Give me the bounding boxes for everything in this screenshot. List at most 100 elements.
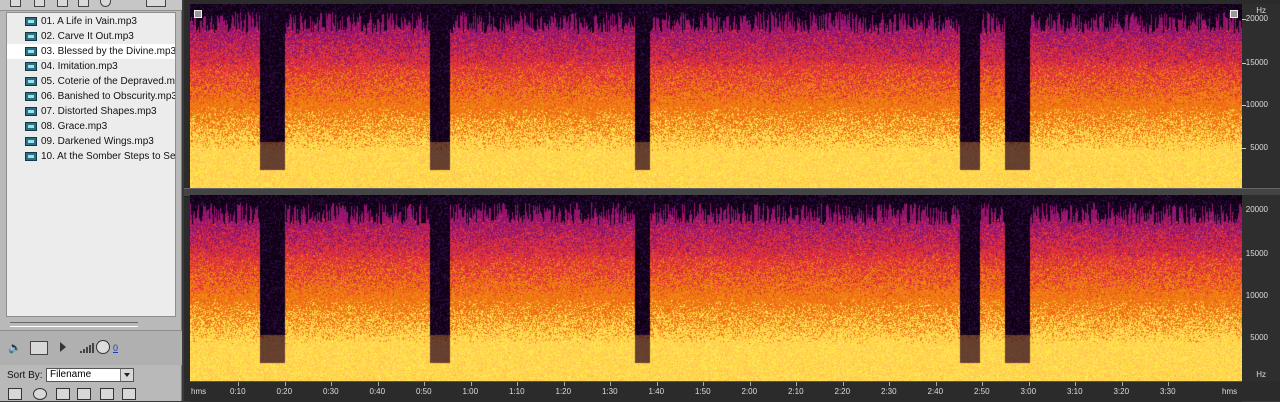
spectral-frequency-display[interactable]: Hz 20000 15000 10000 5000 20000 15000 10… <box>184 0 1280 402</box>
time-tick-mark <box>749 382 751 386</box>
mp3-file-icon <box>25 47 37 56</box>
file-item[interactable]: 04. Imitation.mp3 <box>7 59 175 74</box>
horizontal-scrollbar[interactable] <box>10 322 138 327</box>
channel-left-spectrogram[interactable] <box>190 4 1242 188</box>
file-list[interactable]: 01. A Life in Vain.mp3 02. Carve It Out.… <box>6 12 176 317</box>
time-tick-mark <box>331 382 332 386</box>
time-tick-mark <box>1028 382 1030 386</box>
spectrogram-canvas <box>190 195 1242 381</box>
mp3-file-icon <box>25 32 37 41</box>
sort-row: Sort By: Filename <box>0 366 182 384</box>
settings-icon[interactable] <box>122 388 136 400</box>
file-item[interactable]: 05. Coterie of the Depraved.mp3 <box>7 74 176 89</box>
hz-unit: Hz <box>1256 370 1266 379</box>
volume-knob-icon[interactable] <box>96 340 110 354</box>
file-item[interactable]: 08. Grace.mp3 <box>7 119 175 134</box>
time-ruler[interactable]: hms hms 0:10 0:20 0:30 0:40 0:50 1:00 1:10 1:20… <box>190 381 1242 402</box>
file-label: 05. Coterie of the Depraved.mp3 <box>41 76 176 87</box>
sort-select[interactable]: Filename <box>46 368 134 382</box>
volume-value[interactable]: 0 <box>113 343 118 353</box>
speaker-icon[interactable]: 🔈 <box>8 341 22 354</box>
time-tick-label: 2:20 <box>834 387 851 396</box>
time-tick-label: 1:30 <box>602 387 618 396</box>
hz-tick: 15000 <box>1245 249 1268 258</box>
time-tick-mark <box>377 382 379 386</box>
hz-tick: 5000 <box>1250 143 1268 152</box>
zoom-handle-left[interactable] <box>194 10 202 18</box>
channel-right-spectrogram[interactable] <box>190 195 1242 381</box>
hz-tick: 10000 <box>1245 291 1268 300</box>
time-tick-label: 1:00 <box>462 387 479 396</box>
time-tick-label: 0:10 <box>230 387 246 396</box>
mp3-file-icon <box>25 107 37 116</box>
time-tick-mark <box>238 382 239 386</box>
playlist-icon[interactable] <box>57 0 68 7</box>
time-tick-mark <box>842 382 844 386</box>
file-item[interactable]: 09. Darkened Wings.mp3 <box>7 134 175 149</box>
stop-icon[interactable] <box>56 388 70 400</box>
mp3-file-icon <box>25 92 37 101</box>
filter-icon[interactable] <box>100 388 114 400</box>
hz-mark <box>1242 105 1246 106</box>
file-item[interactable]: 06. Banished to Obscurity.mp3 <box>7 89 175 104</box>
time-tick-label: 3:20 <box>1113 387 1130 396</box>
sort-label: Sort By: <box>7 370 43 381</box>
refresh-icon[interactable] <box>33 388 47 400</box>
time-tick-label: 3:30 <box>1160 387 1176 396</box>
save-icon[interactable] <box>78 0 89 7</box>
time-tick-label: 2:10 <box>788 387 804 396</box>
time-tick-mark <box>517 382 518 386</box>
import-icon[interactable] <box>8 388 22 400</box>
time-tick-label: 2:50 <box>974 387 990 396</box>
mp3-file-icon <box>25 62 37 71</box>
loop-icon[interactable] <box>30 341 48 355</box>
time-tick-mark <box>982 382 983 386</box>
files-toolbar <box>0 0 182 11</box>
frequency-ruler-left[interactable]: Hz 20000 15000 10000 5000 <box>1242 4 1280 188</box>
audio-editor-window: 01. A Life in Vain.mp3 02. Carve It Out.… <box>0 0 1280 402</box>
file-label: 01. A Life in Vain.mp3 <box>41 16 137 27</box>
file-item[interactable]: 10. At the Somber Steps to Serer <box>7 149 176 164</box>
file-label: 04. Imitation.mp3 <box>41 61 118 72</box>
file-item[interactable]: 07. Distorted Shapes.mp3 <box>7 104 175 119</box>
file-label: 07. Distorted Shapes.mp3 <box>41 106 157 117</box>
autoplay-icon[interactable] <box>77 388 91 400</box>
time-tick-label: 0:30 <box>323 387 339 396</box>
mp3-file-icon <box>25 17 37 26</box>
expand-icon[interactable] <box>146 0 166 7</box>
info-icon[interactable] <box>100 0 111 7</box>
file-item[interactable]: 01. A Life in Vain.mp3 <box>7 14 175 29</box>
chevron-down-icon[interactable] <box>120 369 133 381</box>
time-tick-mark <box>1168 382 1169 386</box>
hz-tick: 20000 <box>1245 14 1268 23</box>
play-icon[interactable] <box>60 342 66 352</box>
time-tick-label: 1:50 <box>695 387 711 396</box>
sort-value: Filename <box>50 369 92 380</box>
time-tick-label: 2:40 <box>927 387 944 396</box>
mp3-file-icon <box>25 152 37 161</box>
time-tick-mark <box>796 382 797 386</box>
hz-tick: 5000 <box>1250 333 1268 342</box>
time-format-label: hms <box>191 387 207 396</box>
close-file-icon[interactable] <box>34 0 45 7</box>
file-item-selected[interactable]: 03. Blessed by the Divine.mp3 <box>7 44 175 59</box>
volume-bars-icon <box>80 343 94 353</box>
file-label: 10. At the Somber Steps to Serer <box>41 151 176 162</box>
frequency-ruler-right[interactable]: 20000 15000 10000 5000 Hz <box>1242 195 1280 381</box>
hz-tick: 10000 <box>1245 100 1268 109</box>
time-tick-label: 2:00 <box>741 387 758 396</box>
time-tick-mark <box>935 382 937 386</box>
time-tick-mark <box>1075 382 1076 386</box>
time-tick-label: 2:30 <box>881 387 897 396</box>
preview-transport: 🔈 0 <box>0 330 182 365</box>
time-tick-mark <box>703 382 704 386</box>
time-tick-label: 1:10 <box>509 387 525 396</box>
time-tick-label: 3:00 <box>1020 387 1037 396</box>
time-tick-mark <box>656 382 658 386</box>
hz-mark <box>1242 148 1246 149</box>
file-item[interactable]: 02. Carve It Out.mp3 <box>7 29 175 44</box>
open-file-icon[interactable] <box>10 0 21 7</box>
file-label: 08. Grace.mp3 <box>41 121 108 132</box>
zoom-handle-right[interactable] <box>1230 10 1238 18</box>
files-panel: 01. A Life in Vain.mp3 02. Carve It Out.… <box>0 0 182 401</box>
